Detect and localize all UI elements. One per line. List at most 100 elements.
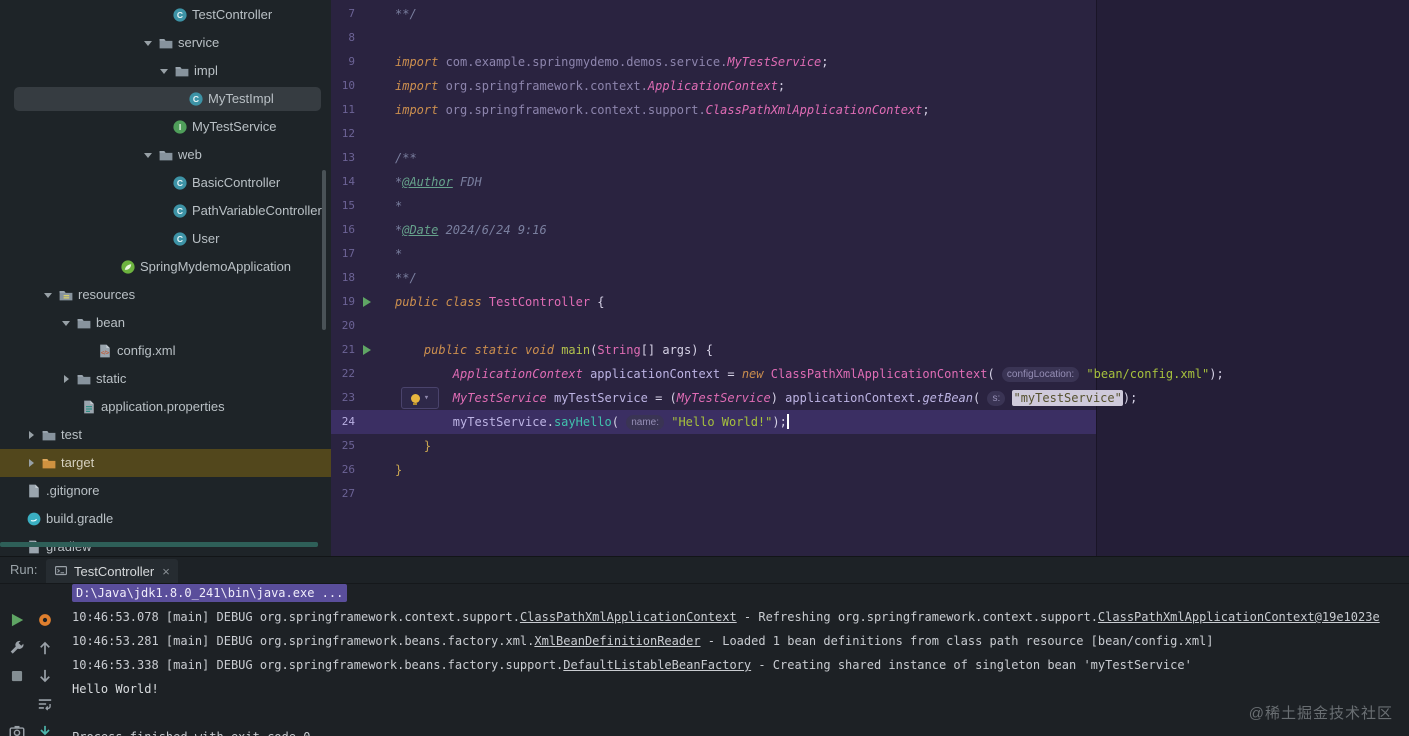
console-line: 10:46:53.281 [main] DEBUG org.springfram… — [72, 634, 1214, 648]
chevron-down-icon[interactable] — [158, 65, 170, 77]
code-line: **/ — [395, 7, 417, 21]
editor-line-9: 9 import com.example.springmydemo.demos.s… — [331, 50, 1409, 74]
folder-icon — [158, 35, 174, 51]
stop-button[interactable] — [8, 667, 26, 685]
editor-line-27: 27 — [331, 482, 1409, 506]
tree-item-label: MyTestService — [192, 119, 277, 134]
console-link[interactable]: DefaultListableBeanFactory — [563, 658, 751, 672]
chevron-down-icon: ▾ — [423, 392, 430, 403]
tree-row-service[interactable]: service — [0, 29, 331, 57]
line-number: 9 — [348, 55, 355, 68]
chevron-right-icon[interactable] — [25, 429, 37, 441]
chevron-right-icon[interactable] — [25, 457, 37, 469]
line-number: 19 — [341, 295, 355, 308]
tree-row-web[interactable]: web — [0, 141, 331, 169]
arrow-down-button[interactable] — [36, 667, 54, 685]
run-label: Run: — [10, 562, 38, 577]
run-tab-testcontroller[interactable]: TestController × — [46, 559, 178, 583]
tree-row-mytestimpl[interactable]: C MyTestImpl — [0, 85, 331, 113]
run-gutter-icon[interactable] — [363, 297, 371, 307]
tree-row-impl[interactable]: impl — [0, 57, 331, 85]
code-line: public static void main(String[] args) { — [423, 343, 713, 357]
soft-wrap-button[interactable] — [36, 695, 54, 713]
param-name-hint: configLocation: — [1001, 367, 1080, 382]
tree-row-gitignore[interactable]: .gitignore — [0, 477, 331, 505]
close-icon[interactable]: × — [162, 564, 170, 579]
folder-icon — [158, 147, 174, 163]
param-name-hint: s: — [987, 391, 1006, 406]
class-icon: C — [172, 231, 188, 247]
editor[interactable]: 7 **/ 8 9 import com.example.springmydemo.de… — [331, 0, 1409, 556]
run-tab-label: TestController — [74, 563, 155, 579]
run-toolbar — [0, 583, 64, 736]
folder-icon — [41, 427, 57, 443]
editor-line-8: 8 — [331, 26, 1409, 50]
arrow-up-button[interactable] — [36, 639, 54, 657]
rerun-play-button[interactable] — [8, 611, 26, 629]
console-output[interactable]: D:\Java\jdk1.8.0_241\bin\java.exe ... 10:… — [64, 583, 1409, 736]
tree-row-static[interactable]: static — [0, 365, 331, 393]
console-line: 10:46:53.338 [main] DEBUG org.springfram… — [72, 658, 1192, 672]
code-line: myTestService.sayHello( name: "Hello Wor… — [452, 414, 789, 430]
line-number: 7 — [348, 7, 355, 20]
highlighted-string: "myTestService" — [1012, 390, 1123, 406]
chevron-down-icon[interactable] — [42, 289, 54, 301]
folder-icon — [76, 315, 92, 331]
line-number: 14 — [341, 175, 355, 188]
line-number: 12 — [341, 127, 355, 140]
tree-row-springmydemoapplication[interactable]: SpringMydemoApplication — [0, 253, 331, 281]
chevron-down-icon[interactable] — [142, 37, 154, 49]
tree-item-label: web — [178, 147, 202, 162]
console-link[interactable]: ClassPathXmlApplicationContext — [520, 610, 737, 624]
properties-icon — [81, 399, 97, 415]
line-number: 13 — [341, 151, 355, 164]
project-vertical-scrollbar[interactable] — [322, 170, 326, 330]
console-link[interactable]: XmlBeanDefinitionReader — [534, 634, 700, 648]
tree-item-label: application.properties — [101, 399, 225, 414]
editor-line-11: 11 import org.springframework.context.sup… — [331, 98, 1409, 122]
svg-text:C: C — [193, 94, 199, 104]
console-link[interactable]: ClassPathXmlApplicationContext@19e1023e — [1098, 610, 1380, 624]
editor-line-19: 19 public class TestController { — [331, 290, 1409, 314]
line-number: 22 — [341, 367, 355, 380]
chevron-down-icon[interactable] — [60, 317, 72, 329]
editor-line-16: 16 *@Date 2024/6/24 9:16 — [331, 218, 1409, 242]
class-icon: C — [172, 203, 188, 219]
project-horizontal-scrollbar[interactable] — [0, 542, 318, 547]
svg-text:I: I — [179, 122, 181, 132]
coverage-dot-button[interactable] — [36, 611, 54, 629]
lightbulb-icon — [410, 393, 420, 405]
xml-icon: </> — [97, 343, 113, 359]
chevron-right-icon[interactable] — [60, 373, 72, 385]
intention-bulb-icon[interactable]: ▾ — [401, 387, 439, 409]
tree-row-resources[interactable]: resources — [0, 281, 331, 309]
editor-line-20: 20 — [331, 314, 1409, 338]
tree-item-label: User — [192, 231, 220, 246]
tree-row-test[interactable]: test — [0, 421, 331, 449]
spring-icon — [120, 259, 136, 275]
tree-selection-highlight — [14, 87, 321, 111]
thread-dump-camera-button[interactable] — [8, 723, 26, 736]
editor-line-22: 22 ApplicationContext applicationContext… — [331, 362, 1409, 386]
code-line: } — [423, 439, 432, 453]
tree-row-bean[interactable]: bean — [0, 309, 331, 337]
code-line: public class TestController { — [395, 295, 605, 309]
tree-row-mytestservice[interactable]: I MyTestService — [0, 113, 331, 141]
editor-line-26: 26} — [331, 458, 1409, 482]
editor-line-23: 23 MyTestService myTestService = (MyTest… — [331, 386, 1409, 410]
tree-row-build-gradle[interactable]: build.gradle — [0, 505, 331, 533]
line-number: 27 — [341, 487, 355, 500]
run-gutter-icon[interactable] — [363, 345, 371, 355]
console-line: 10:46:53.078 [main] DEBUG org.springfram… — [72, 610, 1380, 624]
scroll-to-end-button[interactable] — [36, 723, 54, 736]
tree-row-basiccontroller[interactable]: C BasicController — [0, 169, 331, 197]
tree-row-testcontroller[interactable]: C TestController — [0, 1, 331, 29]
tree-row-user[interactable]: C User — [0, 225, 331, 253]
code-line: /** — [395, 151, 417, 165]
tree-row-application-properties[interactable]: application.properties — [0, 393, 331, 421]
tree-row-pathvariablecontroller[interactable]: C PathVariableController — [0, 197, 331, 225]
tree-row-config-xml[interactable]: </> config.xml — [0, 337, 331, 365]
wrench-button[interactable] — [8, 639, 26, 657]
tree-row-target[interactable]: target — [0, 449, 331, 477]
chevron-down-icon[interactable] — [142, 149, 154, 161]
